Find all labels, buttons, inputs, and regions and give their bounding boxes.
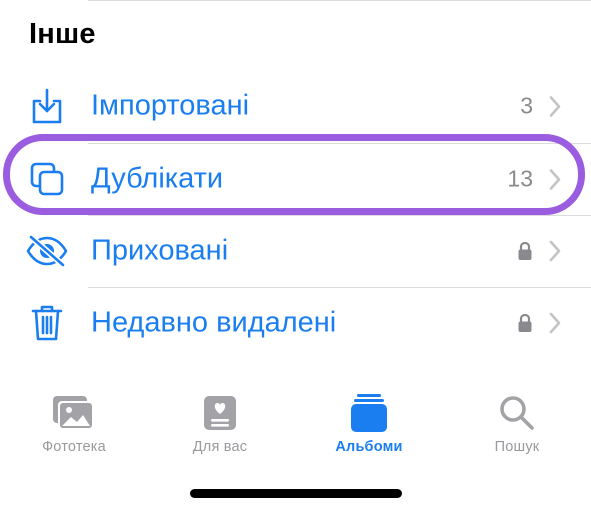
row-label: Приховані: [91, 234, 229, 267]
row-count: 3: [520, 92, 533, 119]
tab-label: Для вас: [192, 439, 248, 455]
chevron-right-icon: [549, 95, 561, 117]
search-icon: [494, 393, 540, 433]
row-label: Недавно видалені: [91, 306, 337, 339]
section-title: Інше: [29, 18, 96, 50]
lock-icon: [517, 241, 533, 261]
top-separator: [88, 0, 591, 1]
duplicates-highlight-outline: [3, 134, 585, 215]
hidden-eye-icon: [26, 230, 68, 272]
photo-library-icon: [51, 393, 97, 433]
chevron-right-icon: [549, 312, 561, 334]
tab-label: Пошук: [494, 439, 540, 455]
tab-label: Альбоми: [335, 439, 403, 455]
tab-label: Фототека: [42, 439, 106, 455]
tab-albums[interactable]: Альбоми: [309, 385, 429, 465]
lock-icon: [517, 313, 533, 333]
row-hidden[interactable]: Приховані: [0, 215, 591, 287]
home-indicator[interactable]: [190, 489, 402, 498]
for-you-icon: [197, 393, 243, 433]
tab-search[interactable]: Пошук: [457, 385, 577, 465]
chevron-right-icon: [549, 240, 561, 262]
row-label: Імпортовані: [91, 89, 250, 122]
trash-icon: [26, 302, 68, 344]
import-icon: [26, 85, 68, 127]
row-recently-deleted[interactable]: Недавно видалені: [0, 287, 591, 359]
row-imported[interactable]: Імпортовані 3: [0, 70, 591, 142]
tab-for-you[interactable]: Для вас: [160, 385, 280, 465]
tab-library[interactable]: Фототека: [14, 385, 134, 465]
albums-icon: [346, 393, 392, 433]
tab-bar: Фототека Для вас Альбоми Пошук: [0, 385, 591, 465]
